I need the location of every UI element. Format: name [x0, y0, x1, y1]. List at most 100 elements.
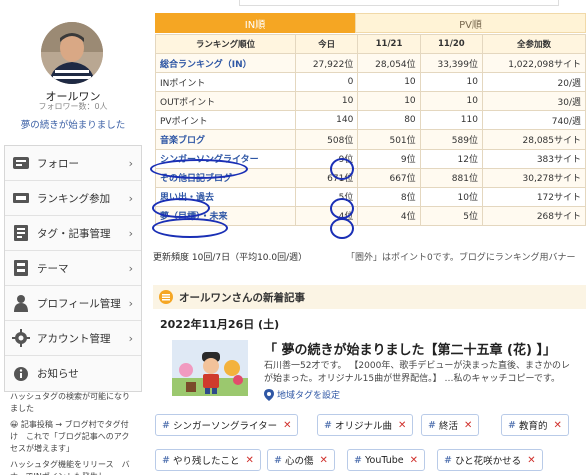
column-header: 今日: [294, 33, 359, 55]
notice-item[interactable]: ハッシュタグ機能をリリース バナーでINポイントも発生し: [10, 459, 136, 475]
tab-in-order[interactable]: IN順: [155, 13, 355, 33]
new-articles-title: オールワンさんの新着記事: [179, 291, 305, 304]
ranking-category[interactable]: シンガーソングライター: [155, 148, 296, 169]
ranking-table: ランキング順位 今日 11/21 11/20 全参加数 総合ランキング（IN） 2…: [155, 33, 586, 226]
rank-day2: 10: [419, 91, 483, 112]
rank-today: 5位: [294, 186, 359, 207]
ranking-icon: [11, 188, 31, 208]
ranking-category[interactable]: 音楽ブログ: [155, 129, 296, 150]
table-row: その他日記ブログ 671位 667位 881位 30,278サイト: [155, 167, 586, 188]
chevron-right-icon: ›: [128, 227, 133, 240]
close-icon[interactable]: ✕: [527, 455, 535, 466]
sidebar-item-theme[interactable]: テーマ ›: [5, 251, 141, 286]
top-frame: [239, 0, 559, 6]
rank-today: 10: [294, 91, 359, 112]
ranking-category[interactable]: 思い出・過去: [155, 186, 296, 207]
rank-today: 27,922位: [294, 53, 359, 74]
rank-day2: 589位: [419, 129, 483, 150]
rank-day1: 9位: [357, 148, 421, 169]
avatar[interactable]: [41, 22, 103, 84]
rank-today: 9位: [294, 148, 359, 169]
hash-icon: #: [508, 419, 516, 431]
close-icon[interactable]: ✕: [283, 420, 291, 431]
sidebar-menu: フォロー › ランキング参加 › タグ・記事管理 › テーマ › プロフィール管…: [4, 145, 142, 392]
notice-list: ハッシュタグの検索が可能になりました 😀 記事投稿 → ブログ村でタグ付け これ…: [4, 388, 142, 475]
close-icon[interactable]: ✕: [319, 455, 327, 466]
blog-title-link[interactable]: 夢の続きが始まりました: [0, 117, 146, 131]
hashtag-chip[interactable]: # シンガーソングライター ✕: [155, 414, 299, 436]
close-icon[interactable]: ✕: [553, 420, 561, 431]
hashtag-label: シンガーソングライター: [172, 421, 278, 432]
profile-sidebar: オールワン フォロワー数：0人 夢の続きが始まりました フォロー › ランキング…: [0, 0, 146, 475]
rank-total: 30/週: [481, 91, 586, 112]
hashtag-chip[interactable]: # YouTube ✕: [347, 449, 425, 471]
rank-today: 4位: [294, 205, 359, 226]
rank-day2: 110: [419, 110, 483, 131]
chevron-right-icon: ›: [128, 332, 133, 345]
sidebar-item-label: タグ・記事管理: [37, 227, 111, 240]
close-icon[interactable]: ✕: [245, 455, 253, 466]
table-row: INポイント 0 10 10 20/週: [155, 72, 586, 93]
rank-total: 383サイト: [481, 148, 586, 169]
rank-day1: 8位: [357, 186, 421, 207]
follow-icon: [11, 153, 31, 173]
hash-icon: #: [274, 454, 282, 466]
hashtag-chip[interactable]: # ひと花咲かせる ✕: [437, 449, 543, 471]
rank-total: 172サイト: [481, 186, 586, 207]
rank-day2: 12位: [419, 148, 483, 169]
follower-count: フォロワー数：0人: [38, 102, 108, 111]
notice-item[interactable]: ハッシュタグの検索が可能になりました: [10, 391, 136, 415]
article-title-link[interactable]: 「 夢の続きが始まりました【第二十五章 (花) 】」: [264, 339, 556, 358]
ranking-category[interactable]: 総合ランキング（IN）: [155, 53, 296, 74]
sidebar-item-follow[interactable]: フォロー ›: [5, 146, 141, 181]
close-icon[interactable]: ✕: [410, 455, 418, 466]
rank-day1: 4位: [357, 205, 421, 226]
sidebar-item-label: お知らせ: [37, 368, 79, 380]
rank-day1: 10: [357, 72, 421, 93]
article-thumbnail[interactable]: [172, 340, 248, 396]
hash-icon: #: [428, 419, 436, 431]
table-row: シンガーソングライター 9位 9位 12位 383サイト: [155, 148, 586, 169]
rank-total: 20/週: [481, 72, 586, 93]
ranking-category[interactable]: 夢（目標）・未来: [155, 205, 296, 226]
notice-item[interactable]: 😀 記事投稿 → ブログ村でタグ付け これで「ブログ記事へのアクセスが増えます」: [10, 419, 136, 455]
close-icon[interactable]: ✕: [398, 420, 406, 431]
new-articles-header: オールワンさんの新着記事: [153, 285, 586, 309]
hashtag-label: 教育的: [518, 421, 548, 432]
rank-today: 508位: [294, 129, 359, 150]
sidebar-item-label: アカウント管理: [37, 332, 111, 345]
hashtag-label: 終活: [438, 421, 458, 432]
ranking-category[interactable]: その他日記ブログ: [155, 167, 296, 188]
gear-icon: [11, 328, 31, 348]
rank-day1: 10: [357, 91, 421, 112]
rank-total: 740/週: [481, 110, 586, 131]
region-tag-link[interactable]: 地域タグを設定: [264, 388, 340, 401]
table-row: PVポイント 140 80 110 740/週: [155, 110, 586, 131]
top-bar: [0, 0, 146, 8]
hashtag-chip[interactable]: # 終活 ✕: [421, 414, 480, 436]
rank-total: 1,022,098サイト: [481, 53, 586, 74]
chevron-right-icon: ›: [128, 297, 133, 310]
hashtag-chip[interactable]: # 教育的 ✕: [501, 414, 569, 436]
close-icon[interactable]: ✕: [464, 420, 472, 431]
excerpt-line: 石川善一52才です。 【2000年、歌手デビューが決まった直後、まさかのレ: [264, 361, 570, 371]
rank-total: 30,278サイト: [481, 167, 586, 188]
sidebar-item-tag-article[interactable]: タグ・記事管理 ›: [5, 216, 141, 251]
region-tag-label: 地域タグを設定: [277, 391, 341, 401]
sidebar-item-ranking[interactable]: ランキング参加 ›: [5, 181, 141, 216]
hashtag-chip[interactable]: # 心の傷 ✕: [267, 449, 335, 471]
rank-day2: 10位: [419, 186, 483, 207]
sidebar-item-profile[interactable]: プロフィール管理 ›: [5, 286, 141, 321]
theme-icon: [11, 258, 31, 278]
sidebar-item-account[interactable]: アカウント管理 ›: [5, 321, 141, 356]
tab-pv-order[interactable]: PV順: [355, 13, 586, 33]
hash-icon: #: [444, 454, 452, 466]
hashtag-label: 心の傷: [284, 456, 314, 467]
sidebar-item-notice[interactable]: お知らせ: [5, 356, 141, 391]
sidebar-item-label: テーマ: [37, 262, 69, 275]
ranking-category: PVポイント: [155, 110, 296, 131]
hashtag-chip[interactable]: # やり残したこと ✕: [155, 449, 261, 471]
hashtag-label: オリジナル曲: [334, 421, 392, 432]
ranking-note: 「圏外」はポイント0です。ブログにランキング用バナー: [346, 253, 576, 263]
hashtag-chip[interactable]: # オリジナル曲 ✕: [317, 414, 414, 436]
